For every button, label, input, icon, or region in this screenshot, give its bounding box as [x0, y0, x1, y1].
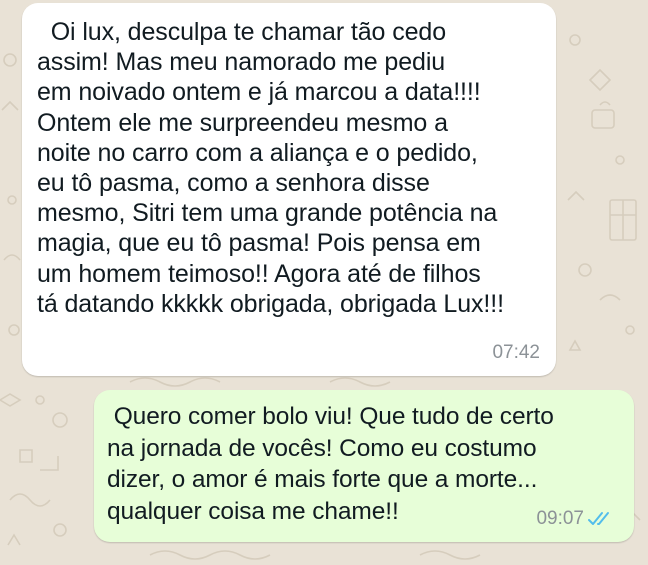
- outgoing-message-bubble[interactable]: Quero comer bolo viu! Que tudo de certo n…: [94, 390, 634, 542]
- incoming-message-line: magia, que eu tô pasma! Pois pensa em: [37, 229, 481, 258]
- outgoing-message-line: na jornada de vocês! Como eu costumo: [107, 434, 537, 462]
- incoming-message-bubble[interactable]: Oi lux, desculpa te chamar tão cedo assim…: [22, 3, 556, 376]
- outgoing-message-line: dizer, o amor é mais forte que a morte..…: [107, 466, 538, 493]
- incoming-message-line: um homem teimoso!! Agora até de filhos: [37, 259, 481, 288]
- incoming-message-line: assim! Mas meu namorado me pediu: [37, 48, 446, 77]
- double-check-read-icon: [588, 512, 609, 525]
- incoming-message-line: mesmo, Sitri tem uma grande potência na: [37, 199, 498, 228]
- outgoing-message-time: 09:07: [536, 508, 584, 529]
- incoming-message-line: em noivado ontem e já marcou a data!!!!: [37, 78, 481, 107]
- incoming-message-line: noite no carro com a aliança e o pedido,: [37, 138, 478, 167]
- incoming-message-text: Oi lux, desculpa te chamar tão cedo assim…: [37, 17, 556, 319]
- incoming-message-line: tá datando kkkkk obrigada, obrigada Lux!…: [37, 289, 504, 318]
- incoming-message-line: eu tô pasma, como a senhora disse: [37, 169, 430, 198]
- incoming-message-line: Ontem ele me surpreendeu mesmo a: [37, 108, 448, 137]
- incoming-message-line: Oi lux, desculpa te chamar tão cedo: [37, 18, 447, 46]
- outgoing-message-line: Quero comer bolo viu! Que tudo de certo: [107, 403, 554, 430]
- incoming-message-time: 07:42: [492, 342, 540, 363]
